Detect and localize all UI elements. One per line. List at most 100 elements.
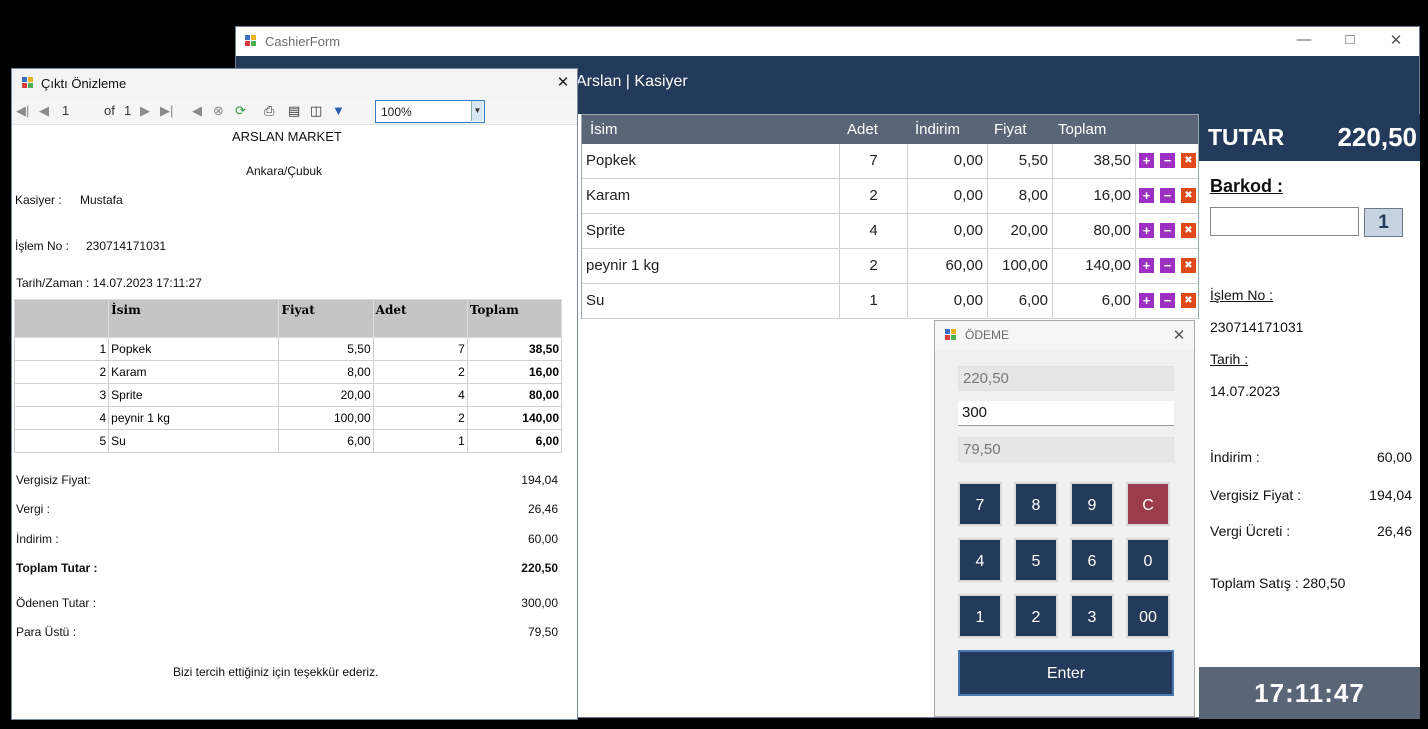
tarih-label: Tarih :: [1210, 351, 1249, 367]
plus-icon[interactable]: +: [1139, 188, 1154, 203]
minimize-icon[interactable]: —: [1294, 31, 1314, 48]
report-islem-label: İşlem No :: [15, 239, 70, 253]
plus-icon[interactable]: +: [1139, 153, 1154, 168]
table-row[interactable]: Sprite 4 0,00 20,00 80,00 + − ✖: [582, 214, 1198, 249]
refresh-icon[interactable]: ⟳: [235, 103, 246, 119]
barkod-quantity-button[interactable]: 1: [1364, 208, 1403, 237]
close-icon[interactable]: ✕: [553, 73, 573, 91]
report-cell-isim: Popkek: [108, 337, 280, 361]
table-row[interactable]: Karam 2 0,00 8,00 16,00 + − ✖: [582, 179, 1198, 214]
report-cell-toplam: 6,00: [466, 429, 563, 453]
minus-icon[interactable]: −: [1160, 153, 1175, 168]
first-page-icon[interactable]: ◀|: [16, 103, 29, 119]
plus-icon[interactable]: +: [1139, 258, 1154, 273]
cell-fiyat: 100,00: [988, 249, 1053, 283]
report-thanks: Bizi tercih ettiğiniz için teşekkür eder…: [173, 665, 379, 679]
report-cell-fiyat: 6,00: [278, 429, 374, 453]
islem-no-label: İşlem No :: [1210, 287, 1274, 303]
key-8[interactable]: 8: [1014, 482, 1058, 526]
summary-panel: TUTAR 220,50 Barkod : 1 İşlem No : 23071…: [1199, 114, 1420, 719]
key-9[interactable]: 9: [1070, 482, 1114, 526]
preview-title: Çıktı Önizleme: [41, 76, 127, 91]
report-cell-toplam: 16,00: [466, 360, 563, 384]
cell-indirim: 0,00: [908, 179, 988, 213]
back-icon[interactable]: ◀: [192, 103, 202, 119]
col-indirim: İndirim: [915, 121, 961, 138]
print-layout-icon[interactable]: ▤: [288, 103, 300, 119]
clear-key[interactable]: C: [1126, 482, 1170, 526]
page-number-input[interactable]: 1: [62, 103, 69, 118]
report-row: 5 Su 6,00 1 6,00: [13, 429, 563, 453]
maximize-icon[interactable]: □: [1340, 31, 1360, 48]
report-indirim-label: İndirim :: [16, 532, 59, 546]
chevron-down-icon[interactable]: ▼: [471, 101, 483, 121]
stop-icon[interactable]: ⊗: [213, 103, 224, 119]
plus-icon[interactable]: +: [1139, 223, 1154, 238]
report-cell-adet: 2: [372, 406, 468, 430]
report-cell-toplam: 80,00: [466, 383, 563, 407]
key-5[interactable]: 5: [1014, 538, 1058, 582]
paid-input[interactable]: 300: [958, 401, 1174, 426]
report-toplam-label: Toplam Tutar :: [16, 561, 98, 575]
minus-icon[interactable]: −: [1160, 258, 1175, 273]
report-vergisiz-label: Vergisiz Fiyat:: [16, 473, 91, 487]
table-row[interactable]: Su 1 0,00 6,00 6,00 + − ✖: [582, 284, 1198, 319]
report-cell-adet: 7: [372, 337, 468, 361]
cell-adet: 2: [840, 179, 908, 213]
barkod-input[interactable]: [1210, 207, 1359, 236]
minus-icon[interactable]: −: [1160, 188, 1175, 203]
key-00[interactable]: 00: [1126, 594, 1170, 638]
cell-isim: peynir 1 kg: [582, 249, 840, 283]
key-1[interactable]: 1: [958, 594, 1002, 638]
key-3[interactable]: 3: [1070, 594, 1114, 638]
report-cell-toplam: 140,00: [466, 406, 563, 430]
prev-page-icon[interactable]: ◀: [39, 103, 49, 119]
zoom-select[interactable]: 100%: [375, 100, 485, 123]
delete-icon[interactable]: ✖: [1181, 188, 1196, 203]
minus-icon[interactable]: −: [1160, 223, 1175, 238]
report-cell-fiyat: 8,00: [278, 360, 374, 384]
total-field: 220,50: [958, 366, 1174, 391]
user-label: Arslan | Kasiyer: [576, 73, 688, 90]
delete-icon[interactable]: ✖: [1181, 153, 1196, 168]
enter-button[interactable]: Enter: [958, 650, 1174, 696]
next-page-icon[interactable]: ▶: [140, 103, 150, 119]
report-para-label: Para Üstü :: [16, 625, 77, 639]
table-row[interactable]: Popkek 7 0,00 5,50 38,50 + − ✖: [582, 144, 1198, 179]
barkod-label: Barkod :: [1210, 176, 1284, 196]
close-icon[interactable]: ✕: [1169, 326, 1189, 344]
toplam-satis: Toplam Satış : 280,50: [1210, 575, 1346, 591]
report-store: ARSLAN MARKET: [232, 129, 342, 144]
report-row: 2 Karam 8,00 2 16,00: [13, 360, 563, 384]
cell-isim: Sprite: [582, 214, 840, 248]
cell-isim: Popkek: [582, 144, 840, 178]
report-para-value: 79,50: [527, 625, 558, 639]
cart-grid[interactable]: İsim Adet İndirim Fiyat Toplam Popkek 7 0,…: [581, 114, 1199, 319]
vergisiz-label: Vergisiz Fiyat :: [1210, 487, 1302, 503]
cell-toplam: 80,00: [1053, 214, 1136, 248]
key-4[interactable]: 4: [958, 538, 1002, 582]
delete-icon[interactable]: ✖: [1181, 223, 1196, 238]
key-0[interactable]: 0: [1126, 538, 1170, 582]
indirim-label: İndirim :: [1210, 449, 1260, 465]
export-icon[interactable]: ▼: [332, 103, 345, 118]
report-col-isim: İsim: [108, 299, 280, 338]
report-cell-isim: Karam: [108, 360, 280, 384]
minus-icon[interactable]: −: [1160, 293, 1175, 308]
plus-icon[interactable]: +: [1139, 293, 1154, 308]
last-page-icon[interactable]: ▶|: [160, 103, 173, 119]
report-toplam-value: 220,50: [521, 561, 558, 575]
report-col-no: [13, 299, 110, 338]
payment-titlebar: ÖDEME ✕: [935, 321, 1194, 349]
close-icon[interactable]: ✕: [1386, 31, 1406, 49]
report-cell-no: 4: [13, 406, 110, 430]
page-setup-icon[interactable]: ◫: [310, 103, 322, 119]
delete-icon[interactable]: ✖: [1181, 293, 1196, 308]
delete-icon[interactable]: ✖: [1181, 258, 1196, 273]
key-2[interactable]: 2: [1014, 594, 1058, 638]
change-field: 79,50: [958, 437, 1174, 462]
key-6[interactable]: 6: [1070, 538, 1114, 582]
key-7[interactable]: 7: [958, 482, 1002, 526]
print-icon[interactable]: ⎙: [264, 103, 274, 119]
table-row[interactable]: peynir 1 kg 2 60,00 100,00 140,00 + − ✖: [582, 249, 1198, 284]
